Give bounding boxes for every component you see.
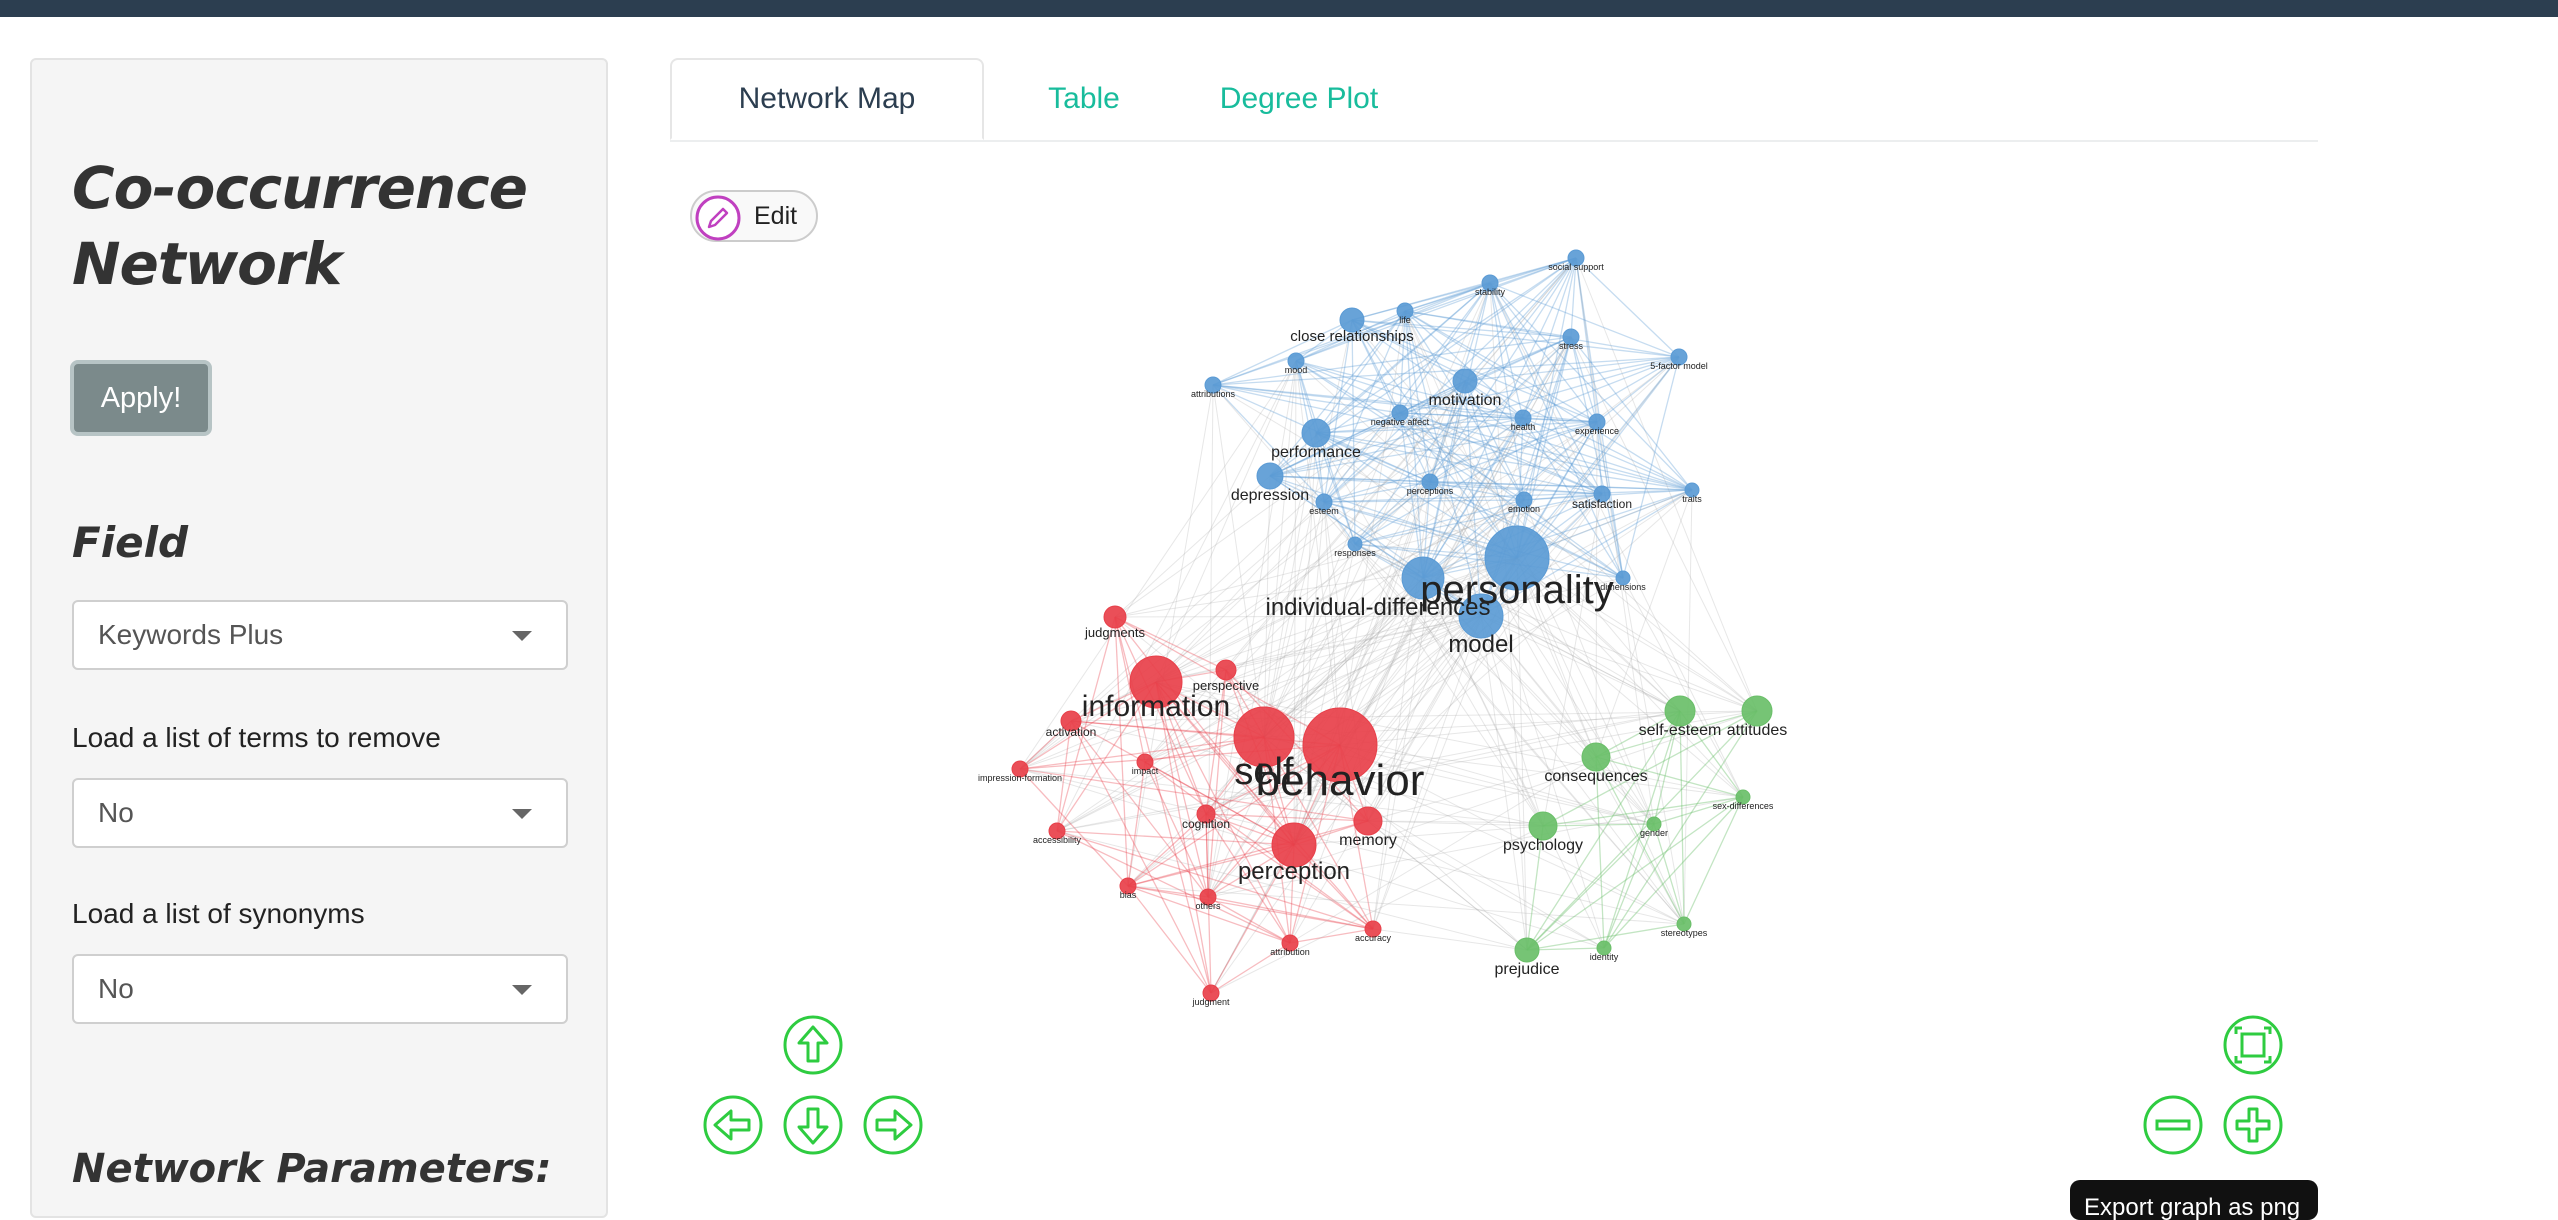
network-edge (1679, 710, 1685, 925)
node-label: bias (1120, 890, 1137, 900)
node-label: information (1082, 690, 1230, 723)
network-node[interactable] (1256, 462, 1284, 490)
node-label: activation (1046, 725, 1097, 739)
node-label: health (1511, 422, 1536, 432)
node-label: self-esteem (1639, 722, 1722, 739)
node-label: attributions (1191, 389, 1236, 399)
node-label: consequences (1544, 768, 1647, 785)
node-label: gender (1640, 828, 1668, 838)
node-label: attitudes (1727, 722, 1787, 739)
node-label: social support (1548, 262, 1604, 272)
node-label: depression (1231, 487, 1309, 504)
node-label: others (1195, 901, 1221, 911)
node-label: accuracy (1355, 933, 1392, 943)
node-label: responses (1334, 548, 1376, 558)
node-label: dimensions (1600, 582, 1646, 592)
fit-view-button[interactable] (2222, 1014, 2284, 1076)
network-node[interactable] (1514, 937, 1540, 963)
network-edge (1155, 360, 1297, 683)
node-label: model (1448, 631, 1513, 658)
node-label: mood (1285, 365, 1308, 375)
network-node[interactable] (1215, 659, 1237, 681)
node-label: esteem (1309, 506, 1339, 516)
network-edge (1595, 756, 1605, 949)
node-label: accessibility (1033, 835, 1082, 845)
node-label: attribution (1270, 947, 1310, 957)
node-label: self (1234, 751, 1294, 793)
network-graph[interactable]: personalityindividual-differencesmodelcl… (0, 0, 2558, 1206)
network-edge (1372, 928, 1528, 951)
node-label: perspective (1193, 678, 1259, 693)
node-label: sex-differences (1713, 801, 1774, 811)
network-edge (1683, 796, 1744, 925)
node-label: stress (1559, 341, 1584, 351)
node-label: individual-differences (1265, 594, 1490, 621)
node-label: satisfaction (1572, 497, 1632, 511)
pan-right-button[interactable] (862, 1094, 924, 1156)
node-label: psychology (1503, 837, 1583, 854)
network-node[interactable] (1452, 368, 1478, 394)
node-label: negative affect (1371, 417, 1430, 427)
node-label: identity (1590, 952, 1619, 962)
node-label: close relationships (1290, 328, 1413, 345)
export-png-button[interactable]: Export graph as png (2070, 1180, 2318, 1220)
node-label: traits (1682, 494, 1702, 504)
pan-left-button[interactable] (702, 1094, 764, 1156)
network-node[interactable] (1301, 418, 1331, 448)
node-label: motivation (1429, 392, 1502, 409)
node-label: perceptions (1407, 486, 1454, 496)
network-edge (1622, 577, 1744, 798)
node-label: stability (1475, 287, 1506, 297)
node-label: impact (1132, 766, 1159, 776)
network-node[interactable] (1353, 806, 1383, 836)
node-label: impression-formation (978, 773, 1062, 783)
node-label: stereotypes (1661, 928, 1708, 938)
pan-up-button[interactable] (782, 1014, 844, 1076)
node-label: judgment (1191, 997, 1230, 1007)
network-node[interactable] (1528, 811, 1558, 841)
node-label: experience (1575, 426, 1619, 436)
network-node[interactable] (1581, 742, 1611, 772)
node-label: prejudice (1495, 961, 1560, 978)
node-label: memory (1339, 832, 1397, 849)
node-label: emotion (1508, 504, 1540, 514)
pan-down-button[interactable] (782, 1094, 844, 1156)
node-label: perception (1238, 858, 1350, 885)
node-label: 5-factor model (1650, 361, 1708, 371)
node-label: performance (1271, 444, 1361, 461)
node-label: life (1399, 315, 1411, 325)
zoom-out-button[interactable] (2142, 1094, 2204, 1156)
node-label: judgments (1084, 625, 1145, 640)
zoom-in-button[interactable] (2222, 1094, 2284, 1156)
node-label: cognition (1182, 817, 1230, 831)
